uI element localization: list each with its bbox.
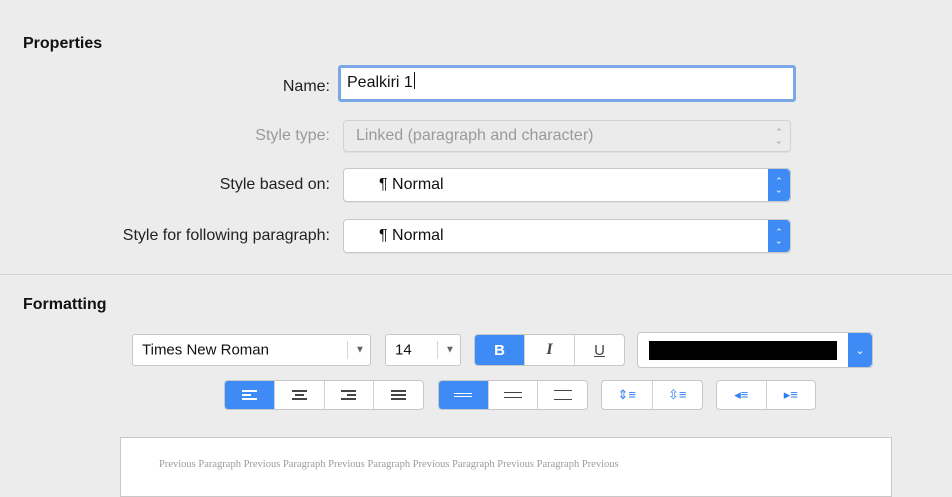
combo-separator <box>437 341 438 359</box>
style-type-label: Style type: <box>255 127 330 144</box>
chevron-down-icon: ▼ <box>445 344 455 356</box>
italic-button[interactable]: I <box>524 335 574 365</box>
style-based-on-select[interactable]: ¶ Normal ⌃ ⌃ <box>343 168 791 202</box>
font-family-value: Times New Roman <box>142 341 269 359</box>
style-type-select[interactable]: Linked (paragraph and character) ⌃ ⌃ <box>343 120 791 152</box>
style-based-on-value: Normal <box>392 176 444 193</box>
font-color-swatch <box>649 341 837 360</box>
one-half-spacing-button[interactable] <box>487 381 538 409</box>
preview-text: Previous Paragraph Previous Paragraph Pr… <box>159 459 619 470</box>
style-based-on-label: Style based on: <box>219 176 330 193</box>
single-spacing-icon <box>454 389 473 401</box>
double-spacing-icon <box>553 389 572 401</box>
decrease-paragraph-spacing-button[interactable]: ⇳≡ <box>651 381 703 409</box>
font-size-select[interactable]: 14 ▼ <box>385 334 461 366</box>
decrease-indent-icon: ◂≡ <box>734 387 749 402</box>
following-paragraph-value: Normal <box>392 227 444 244</box>
chevron-updown-icon: ⌃ ⌃ <box>768 169 790 201</box>
justify-icon <box>391 389 407 401</box>
one-half-spacing-icon <box>504 389 522 401</box>
single-spacing-button[interactable] <box>439 381 488 409</box>
decrease-indent-button[interactable]: ◂≡ <box>717 381 766 409</box>
double-spacing-button[interactable] <box>537 381 587 409</box>
align-center-icon <box>291 389 307 401</box>
increase-indent-button[interactable]: ▸≡ <box>765 381 816 409</box>
justify-button[interactable] <box>373 381 423 409</box>
paragraph-mark-icon: ¶ <box>379 227 388 244</box>
font-size-value: 14 <box>395 341 412 359</box>
text-caret <box>413 72 415 89</box>
underline-button[interactable]: U <box>574 335 624 365</box>
bold-button[interactable]: B <box>475 335 524 365</box>
chevron-updown-icon: ⌃ ⌃ <box>768 220 790 252</box>
align-left-icon <box>241 389 257 401</box>
chevron-down-icon: ▼ <box>355 344 365 356</box>
font-color-picker[interactable]: ⌄ <box>637 332 873 368</box>
paragraph-spacing-group: ⇕≡ ⇳≡ <box>601 380 703 410</box>
name-label: Name: <box>282 78 330 95</box>
paragraph-mark-icon: ¶ <box>379 176 388 193</box>
name-field-value: Pealkiri 1 <box>347 74 413 91</box>
properties-heading: Properties <box>23 35 103 52</box>
increase-paragraph-spacing-button[interactable]: ⇕≡ <box>602 381 652 409</box>
font-style-group: B I U <box>474 334 625 366</box>
decrease-spacing-icon: ⇳≡ <box>668 387 687 402</box>
alignment-group <box>224 380 424 410</box>
chevron-down-icon: ⌄ <box>848 333 872 367</box>
name-field[interactable]: Pealkiri 1 <box>338 65 796 102</box>
style-preview: Previous Paragraph Previous Paragraph Pr… <box>120 437 892 497</box>
align-right-icon <box>341 389 357 401</box>
following-paragraph-select[interactable]: ¶ Normal ⌃ ⌃ <box>343 219 791 253</box>
font-family-select[interactable]: Times New Roman ▼ <box>132 334 371 366</box>
chevron-updown-icon: ⌃ ⌃ <box>775 127 783 146</box>
indent-group: ◂≡ ▸≡ <box>716 380 816 410</box>
align-center-button[interactable] <box>273 381 324 409</box>
combo-separator <box>347 341 348 359</box>
align-left-button[interactable] <box>225 381 274 409</box>
following-paragraph-label: Style for following paragraph: <box>122 227 330 244</box>
increase-indent-icon: ▸≡ <box>783 387 798 402</box>
line-spacing-group <box>438 380 588 410</box>
formatting-heading: Formatting <box>23 296 107 313</box>
style-type-value: Linked (paragraph and character) <box>356 127 594 144</box>
section-divider <box>0 274 952 275</box>
increase-spacing-icon: ⇕≡ <box>617 387 636 402</box>
align-right-button[interactable] <box>323 381 374 409</box>
